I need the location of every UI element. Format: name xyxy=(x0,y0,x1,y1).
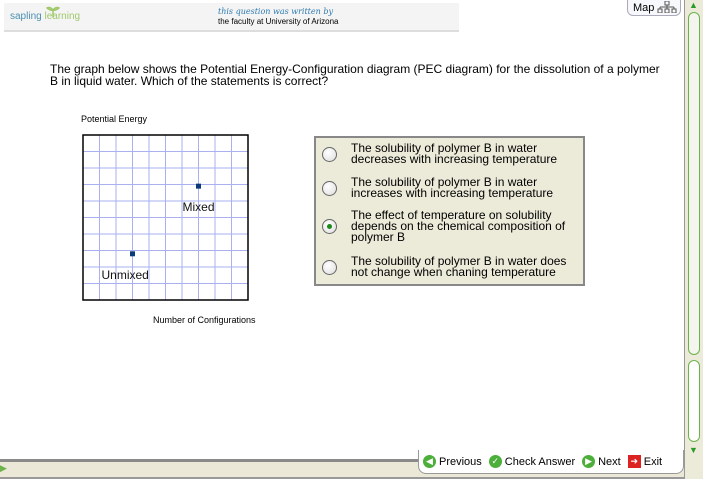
arrow-left-icon: ◀ xyxy=(423,455,436,468)
scrollbar-track[interactable] xyxy=(688,360,700,442)
choice-3[interactable]: The effect of temperature on solubility … xyxy=(316,208,583,244)
radio-button[interactable] xyxy=(322,180,337,196)
previous-label: Previous xyxy=(439,455,482,468)
map-button[interactable]: Map xyxy=(627,0,681,16)
expand-arrow-icon[interactable]: ▶ xyxy=(0,463,7,474)
checkmark-icon: ✓ xyxy=(488,455,502,468)
choice-4[interactable]: The solubility of polymer B in water doe… xyxy=(316,254,583,279)
choice-2[interactable]: The solubility of polymer B in water inc… xyxy=(316,175,583,200)
credit-line-2: the faculty at University of Arizona xyxy=(218,17,339,26)
choice-label: The solubility of polymer B in water doe… xyxy=(351,254,567,279)
x-axis-label: Number of Configurations xyxy=(153,315,256,325)
arrow-right-icon: ▶ xyxy=(582,455,596,468)
choice-1[interactable]: The solubility of polymer B in water dec… xyxy=(316,141,583,166)
logo-text-1: sapling xyxy=(10,11,42,22)
answer-choices: The solubility of polymer B in water dec… xyxy=(314,136,585,286)
data-point-unmixed xyxy=(130,251,135,257)
exit-button[interactable]: ➜ Exit xyxy=(627,455,663,468)
choice-label: The solubility of polymer B in water dec… xyxy=(351,141,558,166)
scrollbar-thumb[interactable] xyxy=(688,12,700,355)
scroll-up-icon[interactable]: ▲ xyxy=(689,0,698,10)
author-credit: this question was written by the faculty… xyxy=(218,7,339,27)
exit-label: Exit xyxy=(643,455,663,468)
point-label-mixed: Mixed xyxy=(183,200,215,214)
exit-door-icon: ➜ xyxy=(627,455,641,468)
data-point-mixed xyxy=(196,183,201,189)
header-banner: sapling learning this question was writt… xyxy=(4,3,459,32)
next-button[interactable]: ▶ Next xyxy=(582,455,621,468)
pec-diagram: Unmixed Mixed xyxy=(82,134,249,301)
navigation-bar: ◀ Previous ✓ Check Answer ▶ Next ➜ Exit xyxy=(418,450,684,474)
choice-label: The solubility of polymer B in water inc… xyxy=(351,175,554,200)
radio-button-selected[interactable] xyxy=(322,219,337,234)
sitemap-icon xyxy=(657,0,677,14)
choice-label: The effect of temperature on solubility … xyxy=(351,208,566,244)
sapling-learning-logo: sapling learning xyxy=(10,6,80,22)
previous-button[interactable]: ◀ Previous xyxy=(423,455,482,468)
point-label-unmixed: Unmixed xyxy=(102,268,149,282)
y-axis-label: Potential Energy xyxy=(81,114,148,124)
radio-button[interactable] xyxy=(322,259,337,275)
credit-line-1: this question was written by xyxy=(218,7,333,16)
radio-button[interactable] xyxy=(322,146,337,162)
next-label: Next xyxy=(598,455,621,468)
check-answer-button[interactable]: ✓ Check Answer xyxy=(488,455,576,468)
vertical-scrollbar[interactable]: ▲ ▼ xyxy=(684,0,703,479)
scroll-down-icon[interactable]: ▼ xyxy=(689,445,698,455)
check-answer-label: Check Answer xyxy=(504,455,576,468)
map-label: Map xyxy=(633,2,655,14)
question-text: The graph below shows the Potential Ener… xyxy=(50,62,660,88)
sprout-icon xyxy=(46,6,60,17)
